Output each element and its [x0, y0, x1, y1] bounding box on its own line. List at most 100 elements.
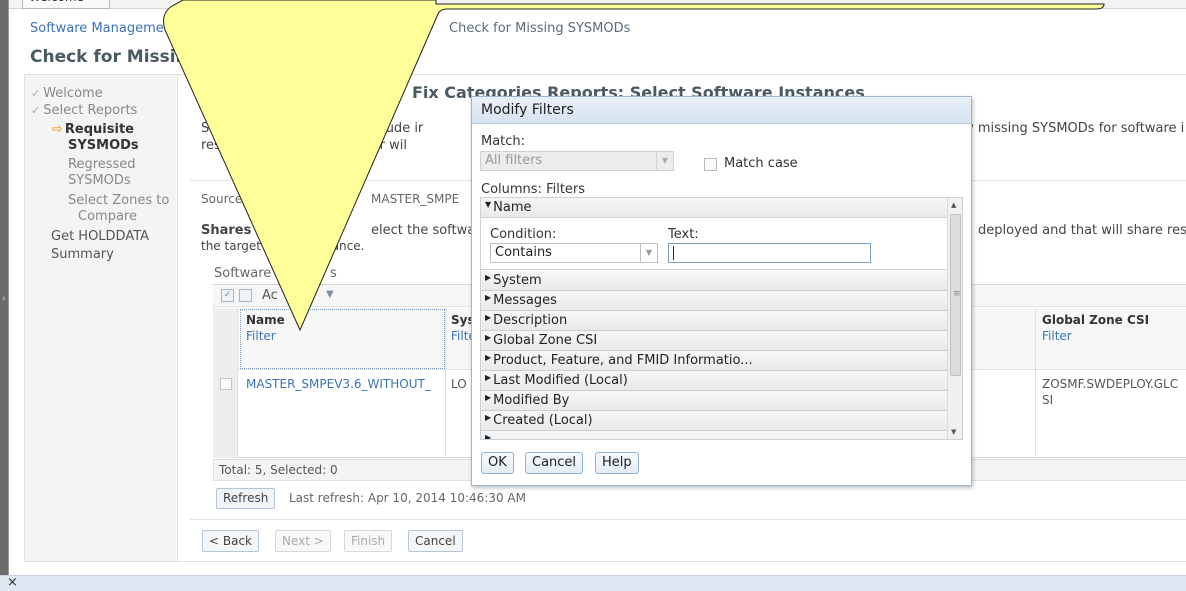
- text-caret: [673, 246, 674, 260]
- description-line-2a: resou: [201, 138, 238, 153]
- breadcrumb-software-management[interactable]: Software Management: [30, 21, 177, 36]
- nav-item-summary[interactable]: Summary: [51, 247, 114, 263]
- nav-item-label: Select Zones to: [68, 193, 170, 208]
- section-title: R Fix Categories Reports: Select Software…: [201, 83, 865, 102]
- table-row-global-zone-2: SI: [1042, 393, 1054, 407]
- modify-filters-dialog: Modify Filters Match: All filters ▼ Matc…: [471, 96, 972, 486]
- dialog-title[interactable]: Modify Filters: [472, 97, 971, 124]
- accordion-label: Modified By: [493, 393, 570, 408]
- accordion-header-last-modified[interactable]: ▶ Last Modified (Local): [481, 371, 948, 391]
- software-instances-label: Software I s: [214, 266, 337, 281]
- collapsed-triangle-icon: ▶: [485, 353, 492, 362]
- accordion-header-global-zone-csi[interactable]: ▶ Global Zone CSI: [481, 331, 948, 351]
- shares-description: Shares Relect the software i: [201, 223, 496, 238]
- accordion-label: Product, Feature, and FMID Informatio...: [493, 353, 753, 368]
- collapsed-triangle-icon: ▶: [485, 293, 492, 302]
- select-all-icon[interactable]: ✓: [221, 289, 234, 302]
- nav-item-label: Requisite: [64, 122, 134, 137]
- nav-item-label: SYSMODs: [68, 138, 139, 153]
- filters-scrollbar[interactable]: ▲ ≡ ▼: [947, 198, 962, 439]
- accordion-header-modified-by[interactable]: ▶ Modified By: [481, 391, 948, 411]
- shares-line2-a: the target: [201, 239, 261, 253]
- accordion-header-description[interactable]: ▶ Description: [481, 311, 948, 331]
- collapsed-triangle-icon: ▶: [485, 333, 492, 342]
- tab-welcome[interactable]: Welcome: [22, 0, 110, 9]
- breadcrumb-current: Check for Missing SYSMODs: [449, 21, 631, 36]
- software-label-tail: s: [330, 266, 337, 281]
- chevron-down-icon: ▼: [656, 152, 673, 170]
- collapse-handle-icon[interactable]: ›: [2, 292, 7, 306]
- source-value: MASTER_SMPE: [371, 192, 460, 206]
- description-line-2b: ed to, or wil: [330, 138, 407, 153]
- filter-text-input[interactable]: [668, 243, 871, 263]
- collapsed-triangle-icon: ▶: [485, 433, 492, 440]
- nav-item-regressed-sysmods[interactable]: Regressed SYSMODs: [68, 157, 136, 189]
- nav-item-welcome[interactable]: ✓ Welcome: [31, 86, 103, 102]
- condition-select[interactable]: Contains ▼: [490, 243, 658, 263]
- column-header-name: Name: [246, 313, 285, 327]
- column-header-global-zone: Global Zone CSI: [1042, 313, 1150, 327]
- nav-item-select-zones[interactable]: Select Zones to Compare: [68, 193, 169, 225]
- actions-menu-label: Ac: [262, 288, 278, 303]
- dialog-cancel-button[interactable]: Cancel: [525, 452, 584, 474]
- column-divider: [445, 308, 446, 458]
- columns-label: Columns: Filters: [481, 182, 586, 197]
- nav-item-label: Compare: [78, 209, 137, 224]
- filters-accordion: ▼ Name Condition: Contains ▼ Text: ▶ Syste…: [480, 197, 963, 440]
- accordion-header-name[interactable]: ▼ Name: [481, 198, 948, 218]
- software-label-text: Software I: [214, 266, 280, 281]
- next-button[interactable]: Next >: [275, 530, 331, 552]
- actions-menu[interactable]: Ac ▼: [262, 288, 334, 303]
- accordion-header-created[interactable]: ▶ Created (Local): [481, 411, 948, 431]
- description-line-1a: Sele: [201, 121, 229, 136]
- source-label: Source s: [201, 192, 253, 206]
- accordion-header-messages[interactable]: ▶ Messages: [481, 291, 948, 311]
- page-title: Check for Missing S: [30, 47, 219, 67]
- accordion-header-product-feature[interactable]: ▶ Product, Feature, and FMID Informatio..…: [481, 351, 948, 371]
- table-row-name-link[interactable]: MASTER_SMPEV3.6_WITHOUT_: [246, 377, 442, 391]
- close-icon[interactable]: ×: [7, 575, 18, 590]
- divider: [190, 519, 1186, 520]
- accordion-label: Created (Local): [493, 413, 593, 428]
- collapsed-triangle-icon: ▶: [485, 373, 492, 382]
- description-line-1b: o include ir: [351, 121, 424, 136]
- cancel-button[interactable]: Cancel: [408, 530, 463, 552]
- shares-heading: Shares R: [201, 223, 266, 238]
- collapsed-triangle-icon: ▶: [485, 313, 492, 322]
- column-divider: [1035, 308, 1036, 458]
- scroll-down-icon[interactable]: ▼: [951, 428, 956, 436]
- ok-button[interactable]: OK: [481, 452, 514, 474]
- finish-button[interactable]: Finish: [344, 530, 393, 552]
- column-filter-name[interactable]: Filter: [246, 329, 276, 343]
- accordion-label: Name: [493, 200, 532, 215]
- match-select-value: All filters: [485, 153, 543, 168]
- column-filter-global-zone[interactable]: Filter: [1042, 329, 1072, 343]
- accordion-header-system[interactable]: ▶ System: [481, 271, 948, 291]
- accordion-header-more[interactable]: ▶: [481, 431, 948, 440]
- accordion-label: Global Zone CSI: [493, 333, 598, 348]
- match-case-label: Match case: [724, 156, 798, 171]
- accordion-label: Description: [493, 313, 568, 328]
- nav-item-get-holddata[interactable]: Get HOLDDATA: [51, 229, 149, 245]
- section-title-left: R: [201, 83, 214, 102]
- match-case-checkbox[interactable]: [704, 158, 717, 171]
- scrollbar-thumb[interactable]: ≡: [950, 214, 961, 376]
- help-button[interactable]: Help: [595, 452, 639, 474]
- table-row-system: LO: [451, 377, 467, 391]
- nav-item-select-reports[interactable]: ✓ Select Reports: [31, 103, 137, 119]
- nav-item-requisite-sysmods[interactable]: ⇨ Requisite SYSMODs: [52, 122, 139, 154]
- condition-label: Condition:: [490, 227, 557, 242]
- accordion-label: Last Modified (Local): [493, 373, 628, 388]
- match-select[interactable]: All filters ▼: [480, 151, 674, 171]
- deselect-all-icon[interactable]: [239, 289, 252, 302]
- refresh-button[interactable]: Refresh: [216, 488, 276, 509]
- scroll-up-icon[interactable]: ▲: [951, 201, 956, 209]
- back-button[interactable]: < Back: [202, 530, 260, 552]
- check-icon: ✓: [31, 104, 41, 117]
- accordion-label: Messages: [493, 293, 557, 308]
- nav-item-label: Welcome: [43, 86, 103, 101]
- nav-item-label: Select Reports: [43, 103, 138, 118]
- shares-line2-b: tance.: [327, 239, 365, 253]
- row-checkbox[interactable]: [220, 378, 232, 390]
- breadcrumb-partial[interactable]: I: [190, 21, 194, 36]
